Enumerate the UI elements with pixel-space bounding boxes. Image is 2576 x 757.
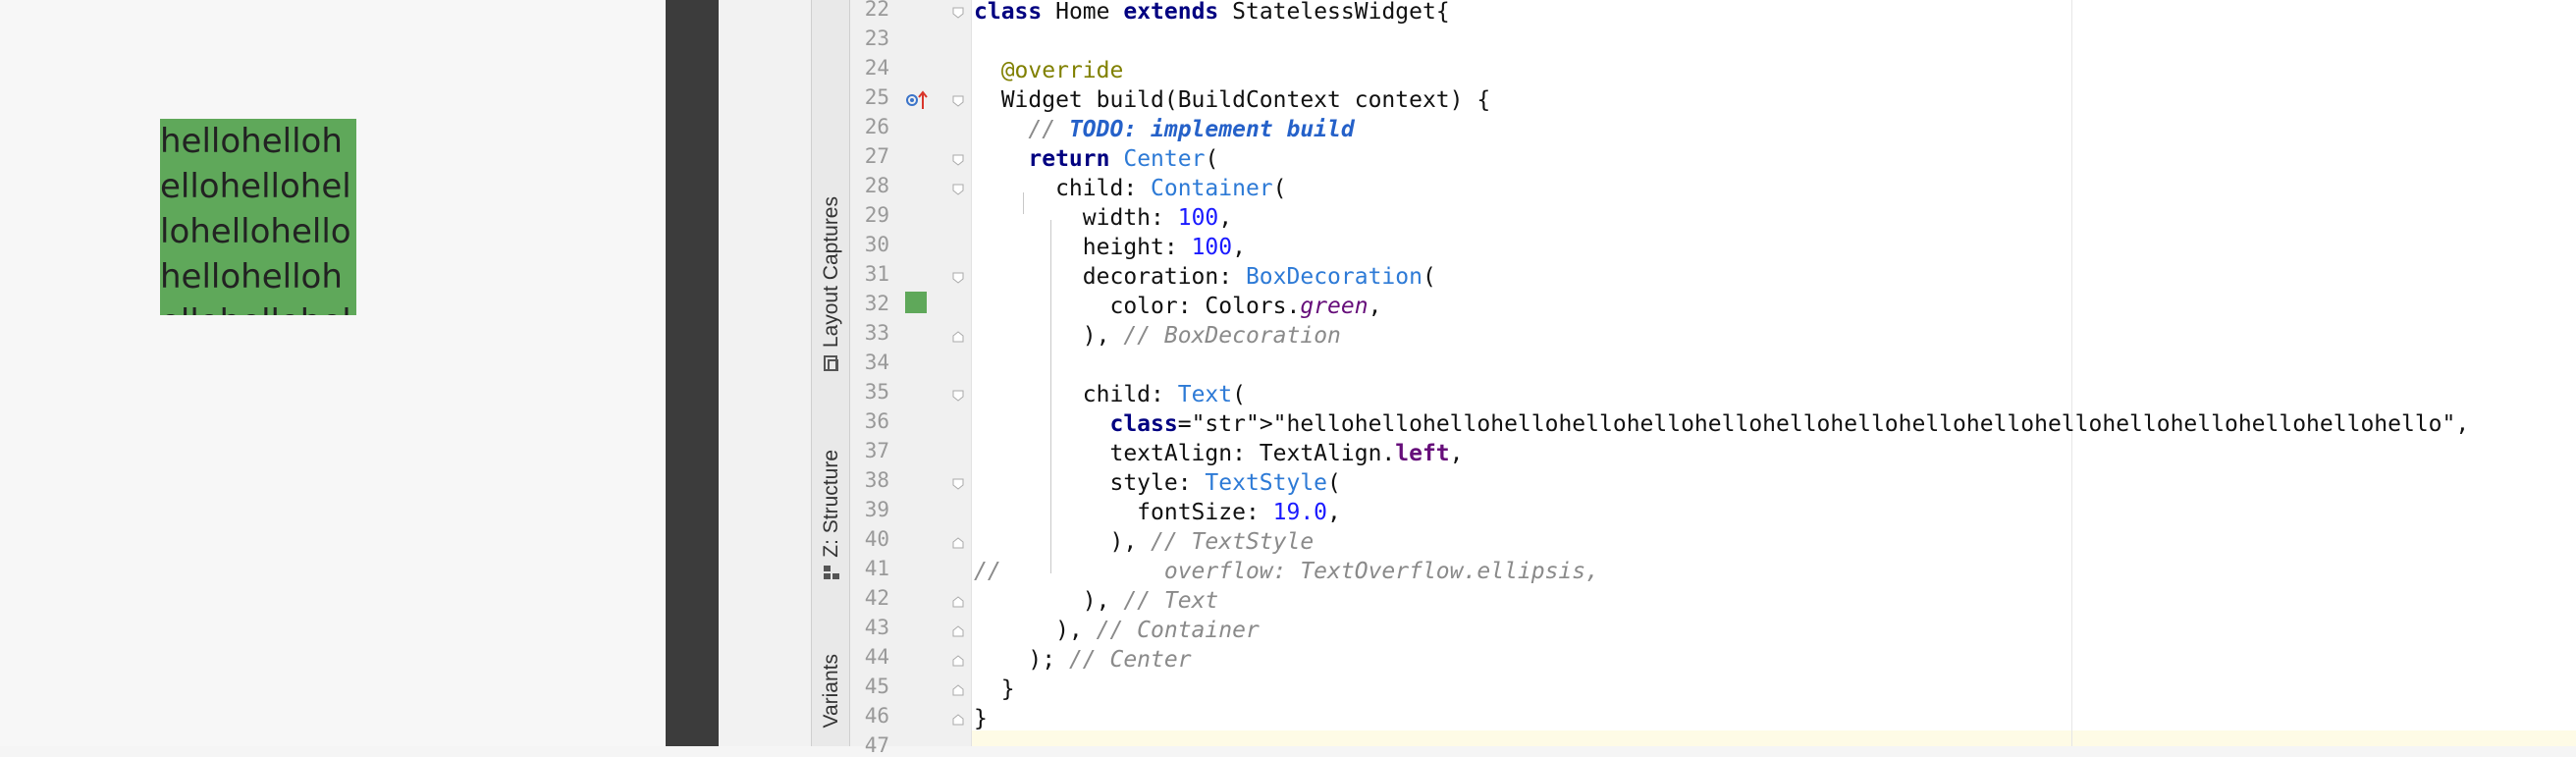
- fold-end-icon[interactable]: [952, 534, 964, 549]
- tab-structure[interactable]: Z: Structure: [812, 450, 851, 585]
- line-number: 34: [864, 351, 889, 374]
- code-line[interactable]: class="str">"hellohellohellohellohellohe…: [974, 409, 2469, 439]
- line-number: 22: [864, 0, 889, 21]
- code-line[interactable]: textAlign: TextAlign.left,: [974, 439, 1463, 468]
- code-line[interactable]: ), // Container: [974, 616, 1260, 645]
- line-number: 27: [864, 144, 889, 168]
- code-line[interactable]: fontSize: 19.0,: [974, 498, 1341, 527]
- code-line[interactable]: class Home extends StatelessWidget{: [974, 0, 1450, 27]
- line-number: 42: [864, 586, 889, 610]
- line-number: 24: [864, 56, 889, 80]
- fold-icon[interactable]: [952, 151, 964, 166]
- tab-layout-captures[interactable]: Layout Captures: [812, 196, 851, 377]
- green-container: hellohellohellohellohellohellohellohello…: [160, 119, 356, 315]
- line-number: 33: [864, 321, 889, 345]
- code-editor[interactable]: class Home extends StatelessWidget{ @ove…: [972, 0, 2576, 746]
- fold-icon[interactable]: [952, 92, 964, 107]
- line-number: 25: [864, 85, 889, 109]
- preview-text: hellohellohellohellohellohellohellohello…: [160, 122, 351, 315]
- code-line[interactable]: child: Container(: [974, 174, 1286, 203]
- line-number: 23: [864, 27, 889, 50]
- current-line-highlight: [972, 730, 2576, 746]
- tab-label: Z: Structure: [820, 450, 842, 558]
- line-number: 45: [864, 675, 889, 698]
- editor-gutter: 22 23 24 25 26 27 28 29 30 31 32 33 34 3…: [850, 0, 972, 757]
- code-line[interactable]: height: 100,: [974, 233, 1246, 262]
- fold-end-icon[interactable]: [952, 593, 964, 608]
- fold-icon[interactable]: [952, 181, 964, 195]
- code-line[interactable]: }: [974, 675, 1015, 704]
- structure-icon: [822, 564, 841, 585]
- line-number: 38: [864, 468, 889, 492]
- line-number: 44: [864, 645, 889, 669]
- line-number: 26: [864, 115, 889, 138]
- line-number: 32: [864, 292, 889, 315]
- line-number: 40: [864, 527, 889, 551]
- line-number: 46: [864, 704, 889, 728]
- code-line[interactable]: width: 100,: [974, 203, 1232, 233]
- line-number: 36: [864, 409, 889, 433]
- line-number: 29: [864, 203, 889, 227]
- code-line[interactable]: // overflow: TextOverflow.ellipsis,: [974, 557, 1599, 586]
- code-line[interactable]: color: Colors.green,: [974, 292, 1381, 321]
- code-line[interactable]: ), // Text: [974, 586, 1219, 616]
- line-number: 35: [864, 380, 889, 404]
- code-line[interactable]: @override: [974, 56, 1124, 85]
- fold-end-icon[interactable]: [952, 652, 964, 667]
- line-number: 39: [864, 498, 889, 521]
- line-number: 41: [864, 557, 889, 580]
- code-line[interactable]: child: Text(: [974, 380, 1246, 409]
- code-line[interactable]: ), // TextStyle: [974, 527, 1314, 557]
- line-number: 30: [864, 233, 889, 256]
- code-line[interactable]: style: TextStyle(: [974, 468, 1340, 498]
- line-number: 28: [864, 174, 889, 197]
- code-line[interactable]: return Center(: [974, 144, 1218, 174]
- panel-splitter[interactable]: [666, 0, 719, 746]
- code-line[interactable]: ), // BoxDecoration: [974, 321, 1341, 351]
- emulator-preview: hellohellohellohellohellohellohellohello…: [0, 0, 666, 746]
- code-line[interactable]: Widget build(BuildContext context) {: [974, 85, 1491, 115]
- line-number: 31: [864, 262, 889, 286]
- fold-end-icon[interactable]: [952, 681, 964, 696]
- line-number: 47: [864, 733, 889, 757]
- line-number: 37: [864, 439, 889, 462]
- fold-end-icon[interactable]: [952, 711, 964, 726]
- tab-label: Layout Captures: [820, 196, 842, 349]
- code-line[interactable]: decoration: BoxDecoration(: [974, 262, 1436, 292]
- tool-window-strip: Layout Captures Z: Structure Variants: [811, 0, 850, 746]
- tab-variants[interactable]: Variants: [812, 654, 851, 728]
- color-swatch-icon[interactable]: [905, 292, 927, 313]
- code-line[interactable]: }: [974, 704, 988, 733]
- fold-end-icon[interactable]: [952, 622, 964, 637]
- override-marker-icon[interactable]: [905, 89, 931, 115]
- right-margin-guide: [2071, 0, 2072, 746]
- layout-captures-icon: [822, 353, 841, 377]
- line-number: 43: [864, 616, 889, 639]
- code-line[interactable]: // TODO: implement build: [974, 115, 1354, 144]
- code-line[interactable]: ); // Center: [974, 645, 1191, 675]
- fold-icon[interactable]: [952, 4, 964, 19]
- fold-icon[interactable]: [952, 387, 964, 402]
- fold-icon[interactable]: [952, 269, 964, 284]
- ide-background: [719, 0, 811, 746]
- fold-end-icon[interactable]: [952, 328, 964, 343]
- tab-label: Variants: [820, 654, 842, 729]
- fold-icon[interactable]: [952, 475, 964, 490]
